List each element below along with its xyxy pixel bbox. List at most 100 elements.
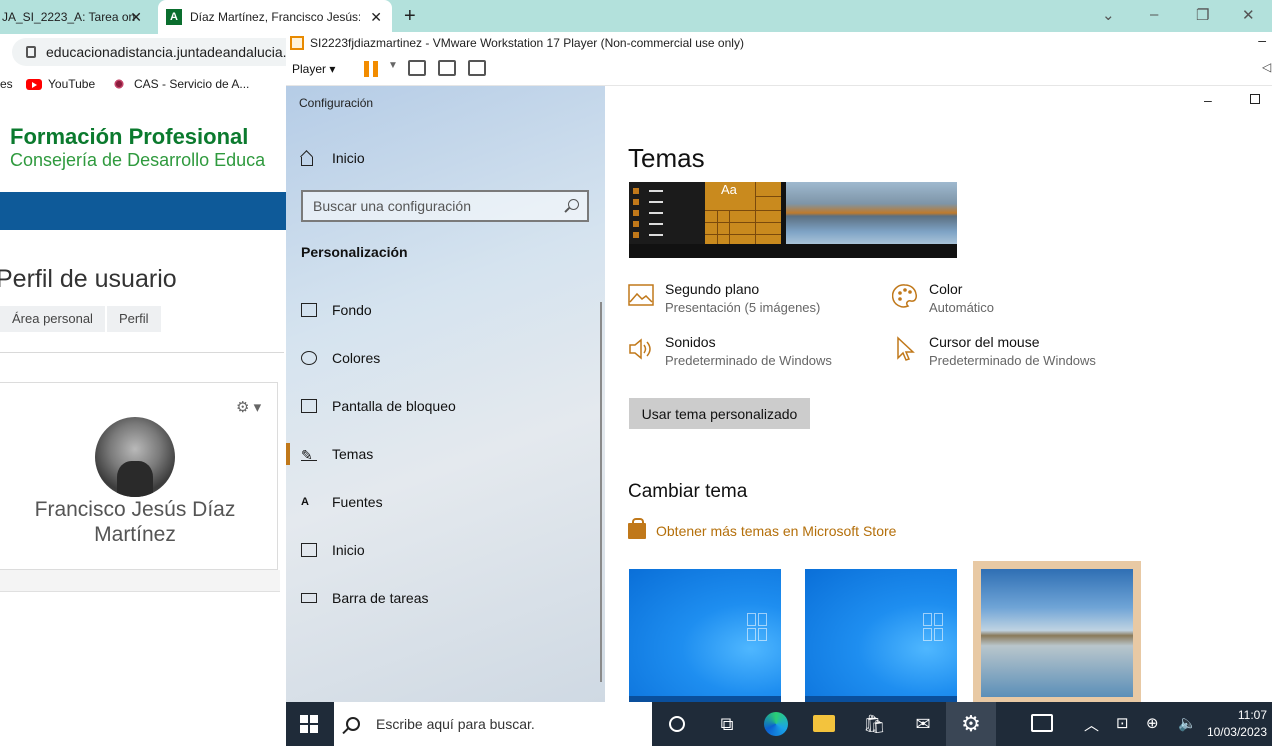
nav-item-inicio[interactable]: Inicio: [286, 530, 605, 570]
page-title: Temas: [628, 143, 705, 173]
clock-date[interactable]: 10/03/2023: [1199, 725, 1267, 739]
use-custom-theme-button[interactable]: Usar tema personalizado: [629, 398, 810, 429]
settings-gear-icon[interactable]: ⚙: [946, 702, 996, 746]
browser-tab-strip: JA_SI_2223_A: Tarea on ✕ A Díaz Martínez…: [0, 0, 1272, 34]
preview-tile-text: Aa: [721, 182, 737, 197]
theme-thumbnail[interactable]: [805, 569, 957, 702]
section-heading: Personalización: [301, 244, 408, 260]
maximize-icon[interactable]: [1250, 94, 1260, 104]
lock-icon: [26, 46, 36, 58]
vmware-icon: [290, 36, 304, 50]
store-icon[interactable]: 🛍: [863, 713, 886, 735]
taskbar-icon: [301, 593, 317, 603]
prop-value: Automático: [929, 300, 995, 315]
tab-search-chevron-icon[interactable]: ⌄: [1102, 6, 1115, 24]
tab-title: JA_SI_2223_A: Tarea on: [2, 10, 136, 24]
close-window-icon[interactable]: ✕: [1242, 6, 1255, 24]
nav-label: Temas: [332, 446, 374, 462]
chevron-down-icon[interactable]: ▼: [388, 60, 398, 71]
theme-prop-color[interactable]: Color Automático: [892, 280, 994, 318]
bookmark-item[interactable]: es: [0, 77, 13, 91]
search-icon: [346, 717, 360, 731]
settings-home-link[interactable]: Inicio: [300, 150, 365, 166]
task-view-icon[interactable]: ⧉: [716, 713, 738, 735]
brand-title: Formación Profesional: [10, 124, 249, 149]
start-icon: [301, 543, 317, 557]
avatar: [95, 417, 175, 497]
nav-item-pantalla-bloqueo[interactable]: Pantalla de bloqueo: [286, 386, 605, 426]
theme-prop-background[interactable]: Segundo plano Presentación (5 imágenes): [628, 280, 820, 318]
windows-logo-icon: [923, 613, 945, 643]
site-navbar: [0, 192, 286, 230]
theme-prop-cursor[interactable]: Cursor del mouse Predeterminado de Windo…: [892, 333, 1096, 371]
nav-item-fondo[interactable]: Fondo: [286, 290, 605, 330]
volume-icon[interactable]: 🔈: [1178, 714, 1197, 732]
minimize-icon[interactable]: –: [1150, 6, 1158, 23]
brand-subtitle: Consejería de Desarrollo Educa: [10, 150, 266, 170]
chevron-up-icon[interactable]: ︿: [1084, 714, 1099, 735]
player-menu-button[interactable]: Player ▾: [292, 62, 335, 76]
theme-thumbnail[interactable]: [629, 569, 781, 702]
meet-now-icon[interactable]: ⊡: [1116, 714, 1129, 732]
network-globe-icon[interactable]: ⊕: [1146, 714, 1159, 732]
send-ctrl-alt-del-icon[interactable]: [408, 60, 426, 76]
prop-value: Predeterminado de Windows: [929, 353, 1096, 368]
picture-icon: [628, 284, 654, 306]
divider: [0, 352, 284, 353]
nav-label: Fuentes: [332, 494, 383, 510]
brush-icon: ✎: [301, 447, 317, 463]
palette-icon: [892, 284, 917, 308]
fullscreen-icon[interactable]: [438, 60, 456, 76]
file-explorer-icon[interactable]: [813, 715, 835, 732]
restore-icon[interactable]: ❐: [1196, 6, 1209, 24]
bookmark-youtube[interactable]: YouTube: [26, 77, 95, 91]
minimize-icon[interactable]: –: [1204, 92, 1212, 108]
scrollbar[interactable]: [600, 302, 602, 682]
gear-icon[interactable]: ⚙ ▾: [236, 398, 261, 416]
nav-item-temas[interactable]: ✎ Temas: [286, 434, 605, 474]
browser-tab[interactable]: JA_SI_2223_A: Tarea on ✕: [0, 0, 152, 34]
store-link[interactable]: Obtener más temas en Microsoft Store: [628, 518, 896, 539]
nav-label: Barra de tareas: [332, 590, 429, 606]
cortana-icon[interactable]: [669, 716, 685, 732]
player-menu-label: Player: [292, 62, 327, 76]
cas-icon: [112, 77, 126, 91]
taskbar-search-input[interactable]: Escribe aquí para buscar.: [334, 702, 652, 746]
mail-icon[interactable]: ✉: [912, 713, 934, 735]
nav-item-fuentes[interactable]: A Fuentes: [286, 482, 605, 522]
search-icon: [568, 199, 579, 210]
nav-label: Fondo: [332, 302, 372, 318]
clock-time[interactable]: 11:07: [1207, 708, 1267, 722]
address-bar[interactable]: educacionadistancia.juntadeandalucia.: [12, 38, 312, 66]
new-tab-icon[interactable]: +: [404, 5, 416, 28]
edge-icon[interactable]: [764, 712, 788, 736]
close-tab-icon[interactable]: ✕: [370, 9, 382, 26]
minimize-icon[interactable]: –: [1258, 32, 1266, 48]
bookmark-cas[interactable]: CAS - Servicio de A...: [112, 77, 249, 91]
prop-value: Predeterminado de Windows: [665, 353, 832, 368]
close-tab-icon[interactable]: ✕: [130, 9, 142, 26]
nav-item-barra-tareas[interactable]: Barra de tareas: [286, 578, 605, 618]
pause-icon[interactable]: [364, 61, 378, 77]
bookmark-label: CAS - Servicio de A...: [134, 77, 250, 91]
windows-logo-icon: [747, 613, 769, 643]
vmware-title-bar: SI2223fjdiazmartinez - VMware Workstatio…: [286, 32, 1272, 54]
taskbar-search-placeholder: Escribe aquí para buscar.: [376, 716, 535, 732]
theme-thumbnail-image: [981, 569, 1133, 697]
collapse-icon[interactable]: ◁: [1262, 60, 1271, 74]
news-icon[interactable]: [1031, 714, 1053, 732]
image-icon: [301, 303, 317, 317]
user-full-name: Francisco Jesús Díaz Martínez: [34, 498, 236, 546]
theme-prop-sounds[interactable]: Sonidos Predeterminado de Windows: [628, 333, 832, 371]
settings-window-title: Configuración: [299, 96, 374, 110]
breadcrumb-item[interactable]: Perfil: [106, 306, 161, 332]
nav-item-colores[interactable]: Colores: [286, 338, 605, 378]
settings-search-input[interactable]: Buscar una configuración: [301, 190, 589, 222]
breadcrumb-item[interactable]: Área personal: [0, 306, 105, 332]
theme-preview: Aa: [629, 182, 957, 258]
windows-start-icon[interactable]: [300, 715, 318, 733]
font-icon: A: [301, 496, 309, 508]
search-placeholder: Buscar una configuración: [313, 198, 471, 214]
browser-tab-active[interactable]: A Díaz Martínez, Francisco Jesús: Pe ✕: [158, 0, 392, 34]
unity-icon[interactable]: [468, 60, 486, 76]
